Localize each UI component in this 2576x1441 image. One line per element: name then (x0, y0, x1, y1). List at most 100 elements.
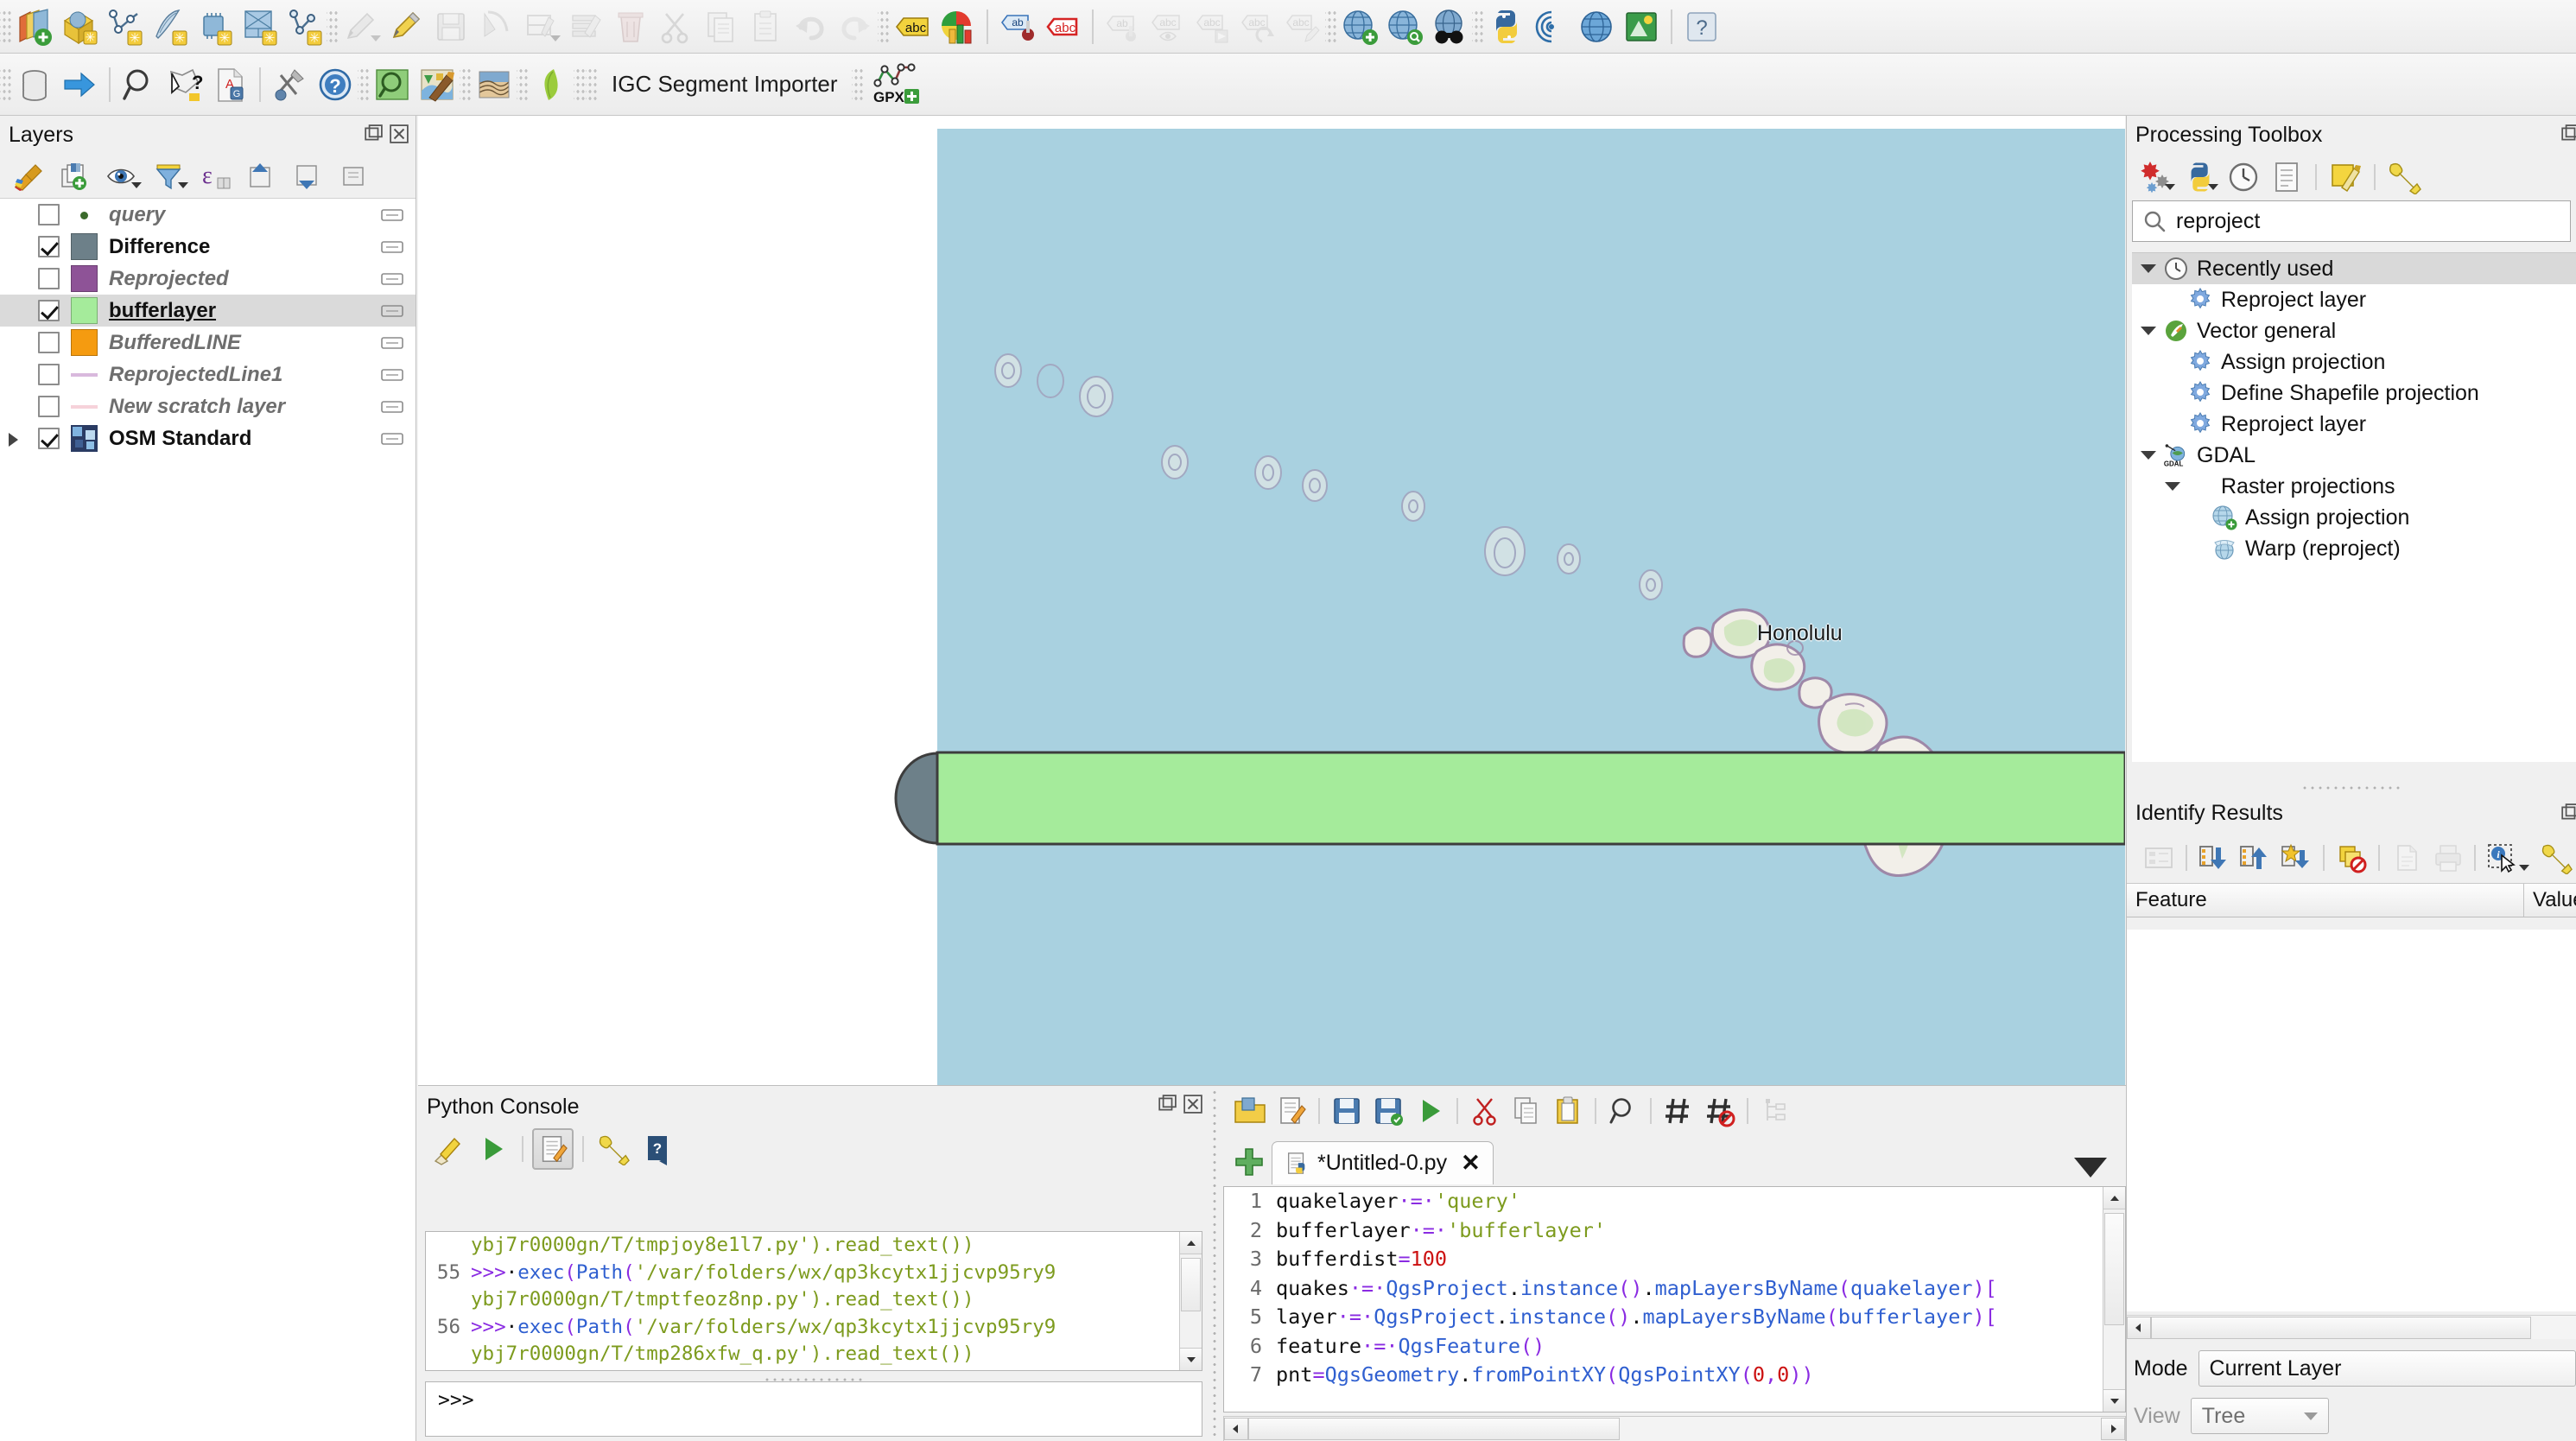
processing-algorithm-tree[interactable]: Recently used Reproject layer Vector gener… (2132, 252, 2576, 762)
find-text-icon[interactable] (1603, 1091, 1643, 1131)
new-script-icon[interactable] (1272, 1091, 1311, 1131)
new-geopackage-layer-icon[interactable]: ✳ (57, 4, 102, 49)
float-panel-icon[interactable] (1158, 1095, 1177, 1114)
vertex-tool-icon[interactable] (473, 4, 518, 49)
help-contents-icon[interactable]: ? (313, 62, 358, 107)
toolbar-grip[interactable] (574, 65, 586, 104)
layer-visibility-checkbox[interactable] (38, 204, 60, 225)
editor-tab-untitled[interactable]: *Untitled-0.py ✕ (1272, 1141, 1494, 1184)
identify-results-hscrollbar[interactable] (2127, 1315, 2576, 1339)
edit-model-icon[interactable] (2325, 157, 2365, 197)
show-editor-icon[interactable] (532, 1128, 574, 1170)
add-gpx-layer-button[interactable]: GPX (864, 62, 926, 107)
new-memory-layer-icon[interactable]: ✳ (192, 4, 237, 49)
close-panel-icon[interactable] (1183, 1095, 1202, 1114)
toggle-object-inspector-icon[interactable] (1755, 1091, 1795, 1131)
editor-hscrollbar[interactable] (1223, 1416, 2126, 1441)
metasearch-icon[interactable] (1382, 4, 1427, 49)
toolbar-grip[interactable] (1325, 7, 1337, 46)
hscroll-thumb[interactable] (1248, 1418, 1620, 1440)
georeferencer-icon[interactable] (1619, 4, 1664, 49)
layer-editable-indicator-icon[interactable] (381, 206, 403, 223)
layer-row[interactable]: OSM Standard (0, 422, 416, 454)
clear-results-icon[interactable] (2332, 838, 2371, 878)
add-group-icon[interactable] (55, 157, 97, 195)
highlight-star-icon[interactable] (2276, 838, 2316, 878)
algorithm-tree-item[interactable]: Raster projections (2132, 471, 2576, 502)
layer-row[interactable]: ReprojectedLine1 (0, 359, 416, 390)
qgis-plugin-icon[interactable] (1529, 4, 1574, 49)
layer-visibility-checkbox[interactable] (38, 396, 60, 417)
add-wms-layer-icon[interactable] (1337, 4, 1382, 49)
save-project-icon[interactable] (428, 4, 473, 49)
algorithm-tree-item[interactable]: Assign projection (2132, 346, 2576, 378)
help-icon[interactable]: ? (638, 1128, 679, 1170)
print-icon[interactable] (2428, 838, 2468, 878)
tree-expander-icon[interactable] (2141, 451, 2156, 460)
identify-features-icon[interactable]: ? (162, 62, 207, 107)
scroll-up-button[interactable] (1180, 1232, 1202, 1254)
algorithm-tree-item[interactable]: Reproject layer (2132, 284, 2576, 315)
close-tab-icon[interactable]: ✕ (1461, 1150, 1481, 1177)
label-layer-icon[interactable]: abc (890, 4, 935, 49)
collapse-all-icon[interactable] (289, 157, 330, 195)
layer-row[interactable]: query (0, 199, 416, 231)
layer-editable-indicator-icon[interactable] (381, 238, 403, 255)
algorithm-tree-item[interactable]: Recently used (2132, 253, 2576, 284)
save-layer-edits-icon[interactable] (384, 4, 428, 49)
db-manager-icon[interactable] (12, 62, 57, 107)
map-themes-icon[interactable] (9, 157, 50, 195)
collapse-all-icon[interactable] (2236, 838, 2275, 878)
cut-features-icon[interactable] (653, 4, 698, 49)
toolbar-grip[interactable] (1472, 7, 1484, 46)
toolbar-grip[interactable] (878, 7, 890, 46)
layer-editable-indicator-icon[interactable] (381, 302, 403, 319)
column-header-feature[interactable]: Feature (2127, 884, 2524, 917)
scroll-up-button[interactable] (2103, 1187, 2125, 1209)
scroll-down-button[interactable] (1180, 1348, 1202, 1370)
chevron-down-icon[interactable] (178, 181, 188, 188)
toolbar-grip[interactable] (586, 65, 598, 104)
layer-list[interactable]: query Difference Reprojected bufferlayer Buf… (0, 199, 416, 1441)
float-panel-icon[interactable] (364, 124, 383, 143)
remove-layer-icon[interactable] (335, 157, 377, 195)
options-icon[interactable] (593, 1128, 634, 1170)
chevron-down-icon[interactable] (131, 181, 142, 188)
new-gpx-layer-icon[interactable]: ✳ (282, 4, 327, 49)
toolbar-grip[interactable] (0, 65, 12, 104)
algorithm-tree-item[interactable]: Vector general (2132, 315, 2576, 346)
pin-labels-icon[interactable]: ab (995, 4, 1040, 49)
console-vscrollbar[interactable] (1179, 1232, 1202, 1370)
hscroll-thumb[interactable] (2151, 1316, 2531, 1339)
zoom-tool-icon[interactable] (117, 62, 162, 107)
save-as-script-icon[interactable] (1368, 1091, 1408, 1131)
clear-console-icon[interactable] (427, 1128, 468, 1170)
toolbar-grip[interactable] (327, 7, 339, 46)
vscroll-thumb[interactable] (2104, 1213, 2124, 1325)
editor-vscrollbar[interactable] (2103, 1187, 2125, 1412)
manage-visibility-icon[interactable] (102, 157, 143, 195)
tree-expander-icon[interactable] (2141, 264, 2156, 273)
identify-results-body[interactable] (2127, 930, 2576, 1311)
mode-select[interactable]: Current Layer (2198, 1350, 2576, 1387)
tree-expander-icon[interactable] (2165, 482, 2180, 491)
layer-editable-indicator-icon[interactable] (381, 429, 403, 447)
copy-icon[interactable] (1507, 1091, 1546, 1131)
filter-legend-icon[interactable] (149, 157, 190, 195)
diagram-layer-icon[interactable] (935, 4, 980, 49)
layer-row[interactable]: Reprojected (0, 263, 416, 295)
toggle-editing-icon[interactable] (339, 4, 384, 49)
uncomment-icon[interactable] (1700, 1091, 1740, 1131)
view-select[interactable]: Tree (2190, 1398, 2329, 1434)
layer-visibility-checkbox[interactable] (38, 332, 60, 353)
save-script-icon[interactable] (1327, 1091, 1367, 1131)
float-panel-icon[interactable] (2560, 124, 2576, 143)
chevron-down-icon[interactable] (2165, 184, 2175, 190)
settings-tools-icon[interactable] (268, 62, 313, 107)
scroll-left-button[interactable] (1224, 1418, 1248, 1440)
python-scripts-icon[interactable] (2180, 157, 2220, 197)
algorithm-tree-item[interactable]: Assign projection (2132, 502, 2576, 533)
float-panel-icon[interactable] (2560, 803, 2576, 822)
comment-icon[interactable] (1659, 1091, 1698, 1131)
toolbar-grip[interactable] (358, 65, 370, 104)
